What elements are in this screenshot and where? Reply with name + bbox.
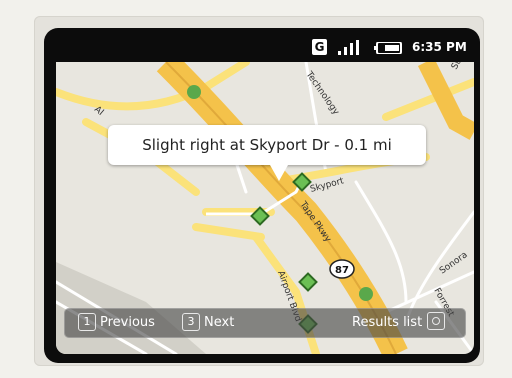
- poi-icon[interactable]: [359, 287, 373, 301]
- g-network-icon: G: [312, 39, 327, 55]
- previous-button[interactable]: 1 Previous: [78, 312, 155, 334]
- results-list-icon: [427, 312, 446, 330]
- next-label: Next: [204, 315, 235, 330]
- results-list-label: Results list: [352, 315, 423, 330]
- status-bar: G 6:35 PM: [56, 36, 474, 62]
- key-3-badge: 3: [182, 313, 200, 331]
- tooltip-pointer: [270, 165, 288, 181]
- next-button[interactable]: 3 Next: [182, 312, 234, 334]
- status-time: 6:35 PM: [412, 40, 467, 54]
- highway-87-shield: 87: [329, 259, 355, 279]
- results-list-button[interactable]: Results list: [352, 312, 446, 334]
- navigation-bar: 1 Previous 3 Next Results list: [64, 308, 466, 338]
- previous-label: Previous: [100, 315, 155, 330]
- battery-icon: [374, 42, 402, 54]
- key-1-badge: 1: [78, 313, 96, 331]
- signal-bars-icon: [338, 40, 359, 55]
- poi-icon[interactable]: [187, 85, 201, 99]
- highway-87-label: 87: [335, 265, 349, 276]
- direction-tooltip[interactable]: Slight right at Skyport Dr - 0.1 mi: [108, 125, 426, 165]
